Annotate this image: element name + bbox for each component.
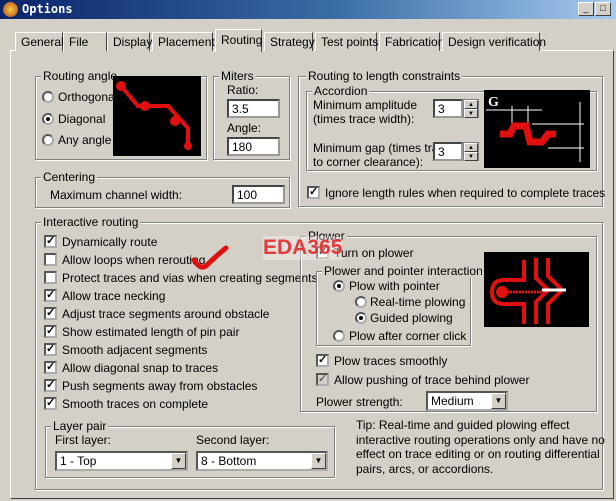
min-amplitude-spinner[interactable]: ▲ ▼ bbox=[463, 99, 479, 118]
min-gap-input[interactable]: 3 bbox=[433, 142, 463, 161]
routing-angle-diagram bbox=[113, 76, 201, 156]
interactive-option-checkbox[interactable]: ✓ bbox=[44, 397, 57, 410]
interactive-option-checkbox[interactable]: ✓ bbox=[44, 307, 57, 320]
angle-option-label: Orthogonal bbox=[58, 90, 118, 104]
interactive-option-checkbox[interactable] bbox=[44, 271, 57, 284]
plow-smoothly-checkbox[interactable]: ✓ bbox=[316, 354, 329, 367]
angle-radio-orthogonal[interactable] bbox=[42, 91, 54, 103]
interactive-option-label: Allow loops when rerouting bbox=[62, 253, 206, 267]
interactive-option-checkbox[interactable]: ✓ bbox=[44, 343, 57, 356]
plower-interaction-label: Plower and pointer interaction bbox=[322, 264, 485, 278]
interactive-option-label: Allow diagonal snap to traces bbox=[62, 361, 219, 375]
interactive-option-label: Smooth traces on complete bbox=[62, 397, 209, 411]
chevron-down-icon[interactable]: ▼ bbox=[171, 453, 186, 469]
plow-after-corner-radio[interactable] bbox=[333, 330, 345, 342]
tab-display[interactable]: Display bbox=[107, 32, 152, 51]
interactive-option-checkbox[interactable]: ✓ bbox=[44, 289, 57, 302]
angle-radio-diagonal[interactable] bbox=[42, 112, 54, 125]
min-gap-label: Minimum gap (times trace to corner cleara… bbox=[313, 141, 452, 169]
tab-strategy[interactable]: Strategy bbox=[264, 32, 315, 51]
plow-smoothly-label: Plow traces smoothly bbox=[334, 354, 448, 368]
app-icon bbox=[3, 2, 18, 17]
max-channel-width-label: Maximum channel width: bbox=[50, 188, 183, 202]
red-checkmark-annotation bbox=[191, 245, 229, 270]
second-layer-label: Second layer: bbox=[196, 433, 270, 447]
interactive-option-label: Push segments away from obstacles bbox=[62, 379, 258, 393]
ratio-input[interactable]: 3.5 bbox=[227, 99, 280, 118]
chevron-down-icon[interactable]: ▼ bbox=[491, 393, 506, 409]
svg-text:G: G bbox=[488, 95, 499, 110]
first-layer-value: 1 - Top bbox=[60, 454, 97, 468]
plower-strength-value: Medium bbox=[431, 394, 474, 408]
realtime-plowing-radio[interactable] bbox=[355, 296, 367, 308]
ratio-label: Ratio: bbox=[227, 83, 259, 97]
tip-text: Tip: Real-time and guided plowing effect… bbox=[356, 418, 605, 476]
angle-label: Angle: bbox=[227, 121, 262, 135]
interactive-option-checkbox[interactable]: ✓ bbox=[44, 325, 57, 338]
ignore-length-rules-checkbox[interactable]: ✓ bbox=[307, 186, 320, 199]
interactive-option-label: Dynamically route bbox=[62, 235, 158, 249]
plower-strength-select[interactable]: Medium ▼ bbox=[426, 391, 508, 411]
maximize-button[interactable]: □ bbox=[595, 2, 611, 16]
guided-plowing-radio[interactable] bbox=[355, 312, 367, 324]
min-amplitude-input[interactable]: 3 bbox=[433, 99, 463, 118]
angle-option-label: Any angle bbox=[58, 133, 112, 147]
max-channel-width-input[interactable]: 100 bbox=[232, 185, 285, 204]
allow-pushing-label: Allow pushing of trace behind plower bbox=[334, 373, 530, 387]
interactive-option-checkbox[interactable] bbox=[44, 253, 57, 266]
miters-label: Miters bbox=[219, 69, 256, 83]
layer-pair-label: Layer pair bbox=[51, 419, 109, 433]
angle-input[interactable]: 180 bbox=[227, 137, 280, 156]
ignore-length-rules-label: Ignore length rules when required to com… bbox=[325, 186, 606, 200]
interactive-option-checkbox[interactable]: ✓ bbox=[44, 379, 57, 392]
routing-angle-label: Routing angle bbox=[41, 69, 120, 83]
tab-design-verification[interactable]: Design verification bbox=[442, 32, 546, 51]
plow-after-corner-label: Plow after corner click bbox=[349, 329, 467, 343]
second-layer-select[interactable]: 8 - Bottom ▼ bbox=[196, 451, 328, 471]
tab-placement[interactable]: Placement bbox=[152, 32, 215, 51]
plower-strength-label: Plower strength: bbox=[316, 395, 403, 409]
angle-radio-any-angle[interactable] bbox=[42, 134, 54, 146]
guided-plowing-label: Guided plowing bbox=[370, 311, 453, 325]
interactive-option-label: Show estimated length of pin pair bbox=[62, 325, 240, 339]
accordion-diagram: G bbox=[484, 90, 590, 168]
window-title: Options bbox=[22, 2, 73, 16]
tab-general[interactable]: General bbox=[15, 32, 64, 51]
tab-routing[interactable]: Routing bbox=[215, 29, 262, 52]
realtime-plowing-label: Real-time plowing bbox=[370, 295, 466, 309]
watermark: EDA365 bbox=[263, 236, 343, 260]
interactive-option-label: Adjust trace segments around obstacle bbox=[62, 307, 270, 321]
first-layer-select[interactable]: 1 - Top ▼ bbox=[55, 451, 188, 471]
interactive-option-checkbox[interactable]: ✓ bbox=[44, 235, 57, 248]
tab-fabrication[interactable]: Fabrication bbox=[379, 32, 444, 51]
turn-on-plower-label: Turn on plower bbox=[334, 246, 414, 260]
title-bar bbox=[0, 0, 616, 19]
angle-option-label: Diagonal bbox=[58, 111, 106, 126]
allow-pushing-checkbox[interactable]: ✓ bbox=[316, 373, 329, 386]
centering-label: Centering bbox=[41, 170, 98, 184]
length-constraints-label: Routing to length constraints bbox=[306, 69, 463, 83]
second-layer-value: 8 - Bottom bbox=[201, 454, 257, 468]
interactive-routing-label: Interactive routing bbox=[41, 215, 141, 229]
minimize-button[interactable]: _ bbox=[578, 2, 594, 16]
interactive-option-label: Allow trace necking bbox=[62, 289, 166, 303]
min-gap-spinner[interactable]: ▲ ▼ bbox=[463, 142, 479, 161]
tab-test-points[interactable]: Test points bbox=[315, 32, 378, 51]
interactive-option-checkbox[interactable]: ✓ bbox=[44, 361, 57, 374]
min-amplitude-label: Minimum amplitude (times trace width): bbox=[313, 98, 418, 126]
plow-with-pointer-label: Plow with pointer bbox=[349, 279, 440, 293]
plow-with-pointer-radio[interactable] bbox=[333, 280, 345, 292]
interactive-option-label: Smooth adjacent segments bbox=[62, 343, 208, 357]
accordion-label: Accordion bbox=[312, 84, 370, 98]
tab-file[interactable]: File bbox=[63, 32, 107, 51]
plower-diagram bbox=[484, 252, 589, 327]
first-layer-label: First layer: bbox=[55, 433, 112, 447]
chevron-down-icon[interactable]: ▼ bbox=[311, 453, 326, 469]
interactive-option-label: Protect traces and vias when creating se… bbox=[62, 271, 318, 285]
